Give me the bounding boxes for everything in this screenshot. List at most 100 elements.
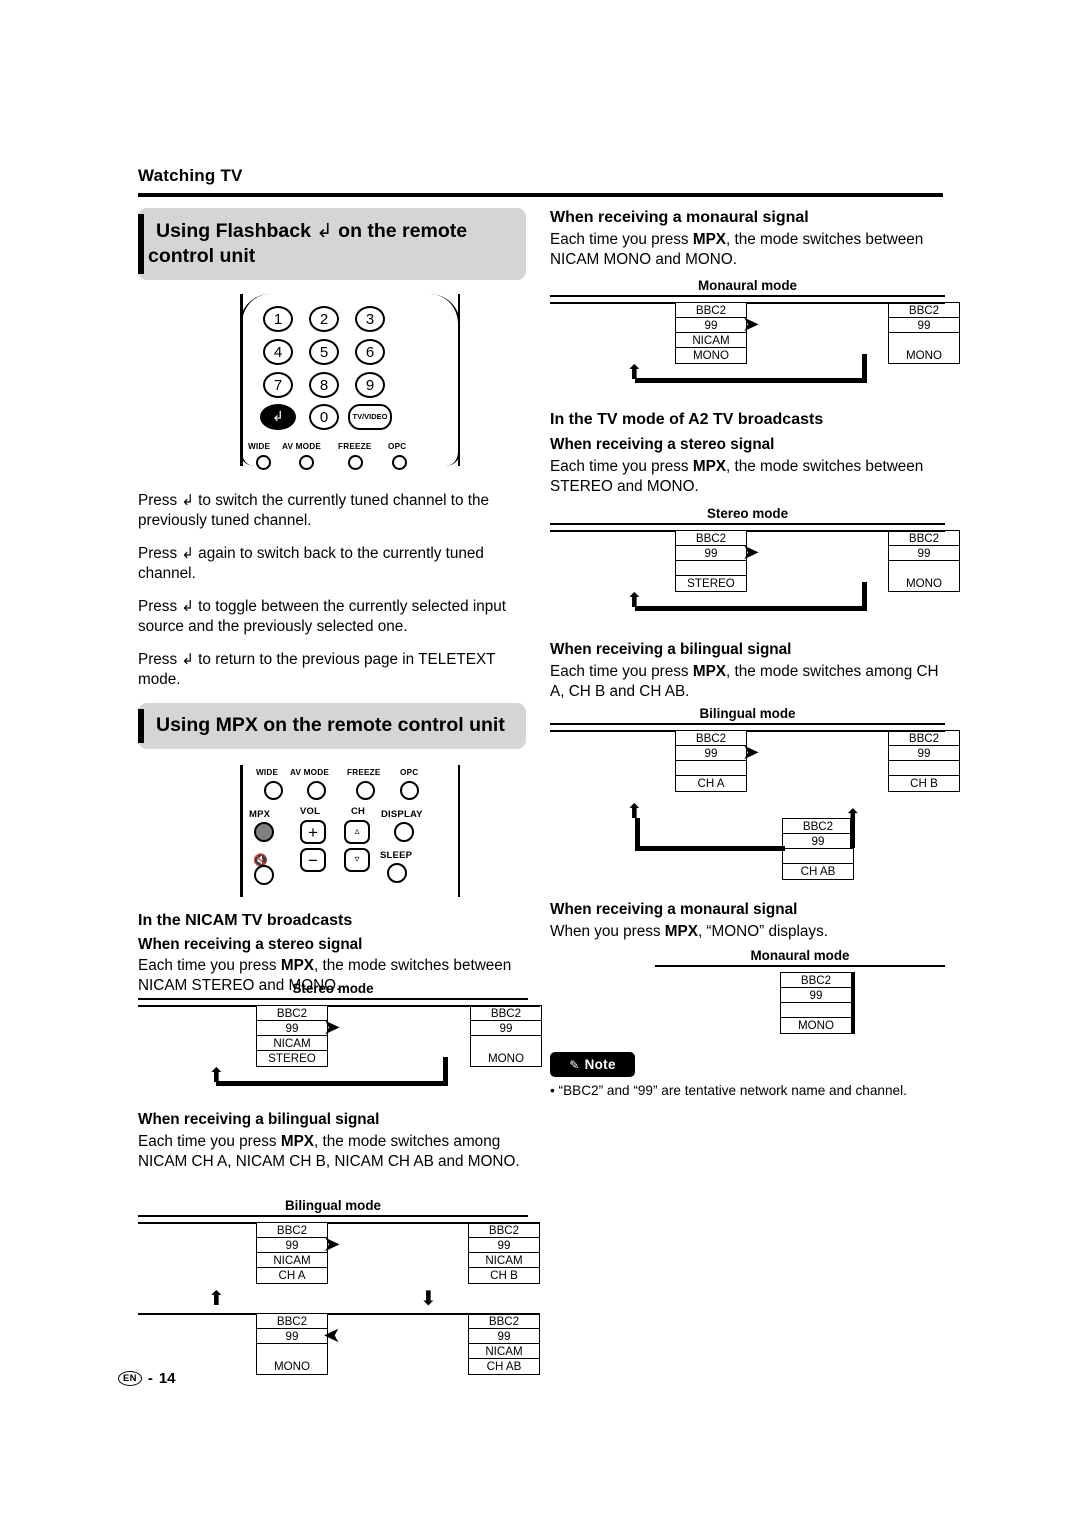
box-line: 99 bbox=[889, 546, 959, 561]
diagram-title: Bilingual mode bbox=[550, 706, 945, 725]
connector-line bbox=[862, 354, 867, 383]
box-line: BBC2 bbox=[257, 1006, 327, 1021]
remote-key-1: 1 bbox=[263, 306, 293, 332]
box-line: 99 bbox=[257, 1329, 327, 1344]
diagram-box: BBC2 99 CH AB bbox=[782, 818, 854, 880]
paragraph-flashback-3: Press ↲ to toggle between the currently … bbox=[138, 597, 507, 635]
right-bilingual-block: When receiving a bilingual signal Each t… bbox=[550, 640, 950, 715]
remote2-label-wide: WIDE bbox=[256, 768, 279, 777]
box-line: MONO bbox=[487, 1052, 525, 1065]
remote2-label-display: DISPLAY bbox=[381, 809, 423, 820]
footer-dash: - bbox=[147, 1370, 153, 1387]
box-line: MONO bbox=[905, 577, 943, 590]
box-line: CH B bbox=[910, 777, 938, 790]
diagram-box: BBC2 99 CH B bbox=[888, 730, 960, 792]
connector-line bbox=[747, 302, 945, 304]
remote-key-3: 3 bbox=[355, 306, 385, 332]
remote-button-opc bbox=[392, 455, 407, 470]
text-monaural-1: Each time you press MPX, the mode switch… bbox=[550, 231, 924, 268]
remote2-label-vol: VOL bbox=[300, 806, 321, 817]
arrow-left-icon: ➤ bbox=[323, 1323, 341, 1347]
box-line: 99 bbox=[676, 746, 746, 761]
box-line: BBC2 bbox=[676, 303, 746, 318]
remote2-label-freeze: FREEZE bbox=[347, 768, 381, 777]
page-number: 14 bbox=[158, 1370, 176, 1387]
section-title-mpx-label: Using MPX on the remote control unit bbox=[156, 714, 505, 736]
box-line: STEREO bbox=[268, 1052, 316, 1065]
diagram-box: BBC2 99 CH A bbox=[675, 730, 747, 792]
diagram-box: BBC2 99 NICAM CH AB bbox=[468, 1313, 540, 1375]
box-line: MONO bbox=[692, 349, 730, 362]
arrow-right-icon: ➤ bbox=[323, 1232, 341, 1256]
box-line: BBC2 bbox=[676, 731, 746, 746]
remote-label-av-mode: AV MODE bbox=[282, 442, 322, 451]
remote2-label-ch: CH bbox=[351, 806, 366, 817]
remote2-label-opc: OPC bbox=[400, 768, 419, 777]
remote-label-wide: WIDE bbox=[248, 442, 271, 451]
box-line: 99 bbox=[889, 746, 959, 761]
remote2-label-av-mode: AV MODE bbox=[290, 768, 330, 777]
text-a2-stereo: Each time you press MPX, the mode switch… bbox=[550, 458, 924, 495]
box-line: 99 bbox=[676, 318, 746, 333]
right-column: When receiving a monaural signal Each ti… bbox=[550, 208, 945, 275]
remote-key-4: 4 bbox=[263, 339, 293, 365]
remote-label-freeze: FREEZE bbox=[338, 442, 372, 451]
remote2-button-mpx bbox=[254, 822, 274, 842]
diagram-title: Stereo mode bbox=[550, 506, 945, 525]
diagram-box: BBC2 99 NICAM MONO bbox=[675, 302, 747, 364]
remote2-button-vol-up: + bbox=[300, 820, 326, 844]
diagram-box: BBC2 99 NICAM CH B bbox=[468, 1222, 540, 1284]
remote2-button-freeze bbox=[356, 781, 375, 800]
remote-illustration-flashback: 1 2 3 4 5 6 7 8 9 ↲ 0 TV/VIDEO WIDE AV M… bbox=[220, 294, 480, 470]
paragraph-flashback-4: Press ↲ to return to the previous page i… bbox=[138, 650, 496, 688]
box-line: NICAM bbox=[257, 1036, 327, 1051]
page-header-title: Watching TV bbox=[138, 166, 243, 185]
remote2-button-wide bbox=[264, 781, 283, 800]
box-line: CH A bbox=[278, 1269, 306, 1282]
remote-key-5: 5 bbox=[309, 339, 339, 365]
remote-button-freeze bbox=[348, 455, 363, 470]
diagram-right-bilingual: Bilingual mode BBC2 99 CH A BBC2 99 CH B… bbox=[550, 706, 960, 896]
remote2-button-opc bbox=[400, 781, 419, 800]
box-line: 99 bbox=[889, 318, 959, 333]
connector-line bbox=[138, 1222, 256, 1224]
connector-line bbox=[862, 582, 867, 611]
connector-line bbox=[635, 846, 785, 851]
manual-page: Watching TV Using Flashback ↲ on the rem… bbox=[0, 0, 1080, 1528]
box-line: MONO bbox=[797, 1019, 835, 1032]
flashback-icon: ↲ bbox=[316, 219, 333, 242]
box-spacer bbox=[781, 1003, 851, 1018]
box-line: BBC2 bbox=[469, 1223, 539, 1238]
remote2-button-mute bbox=[254, 865, 274, 885]
arrow-down-icon: ⬇ bbox=[420, 1286, 437, 1310]
box-line: STEREO bbox=[687, 577, 735, 590]
text-a2-bilingual: Each time you press MPX, the mode switch… bbox=[550, 663, 939, 700]
arrow-up-icon: ⬆ bbox=[626, 360, 643, 384]
remote-key-flashback: ↲ bbox=[260, 404, 296, 430]
note-text: • “BBC2” and “99” are tentative network … bbox=[550, 1083, 907, 1098]
connector-line bbox=[550, 302, 675, 304]
remote2-button-vol-down: − bbox=[300, 848, 326, 872]
box-spacer bbox=[783, 849, 853, 864]
flashback-inline-icon-1: ↲ bbox=[181, 491, 194, 509]
right-a2-block: In the TV mode of A2 TV broadcasts When … bbox=[550, 410, 950, 510]
remote2-label-sleep: SLEEP bbox=[380, 850, 413, 861]
section-tick bbox=[138, 214, 144, 274]
box-line: CH AB bbox=[800, 865, 836, 878]
remote-button-wide bbox=[256, 455, 271, 470]
connector-line bbox=[328, 1005, 540, 1007]
remote-key-tv-video: TV/VIDEO bbox=[348, 404, 392, 430]
remote-key-0: 0 bbox=[309, 404, 339, 430]
diagram-nicam-bilingual: Bilingual mode BBC2 99 NICAM CH A BBC2 9… bbox=[138, 1198, 540, 1378]
diagram-box: BBC2 99 MONO bbox=[780, 972, 852, 1034]
section-title-flashback: Using Flashback ↲ on the remote control … bbox=[138, 208, 526, 280]
box-line: NICAM bbox=[676, 333, 746, 348]
diagram-box: BBC2 99 MONO bbox=[888, 302, 960, 364]
box-line: BBC2 bbox=[257, 1223, 327, 1238]
arrow-right-icon: ➤ bbox=[742, 540, 760, 564]
flashback-inline-icon-3: ↲ bbox=[181, 597, 194, 615]
box-line: 99 bbox=[676, 546, 746, 561]
arrow-up-icon: ⬆ bbox=[208, 1063, 225, 1087]
box-spacer bbox=[889, 761, 959, 776]
note-pencil-icon: ✎ bbox=[569, 1057, 580, 1072]
